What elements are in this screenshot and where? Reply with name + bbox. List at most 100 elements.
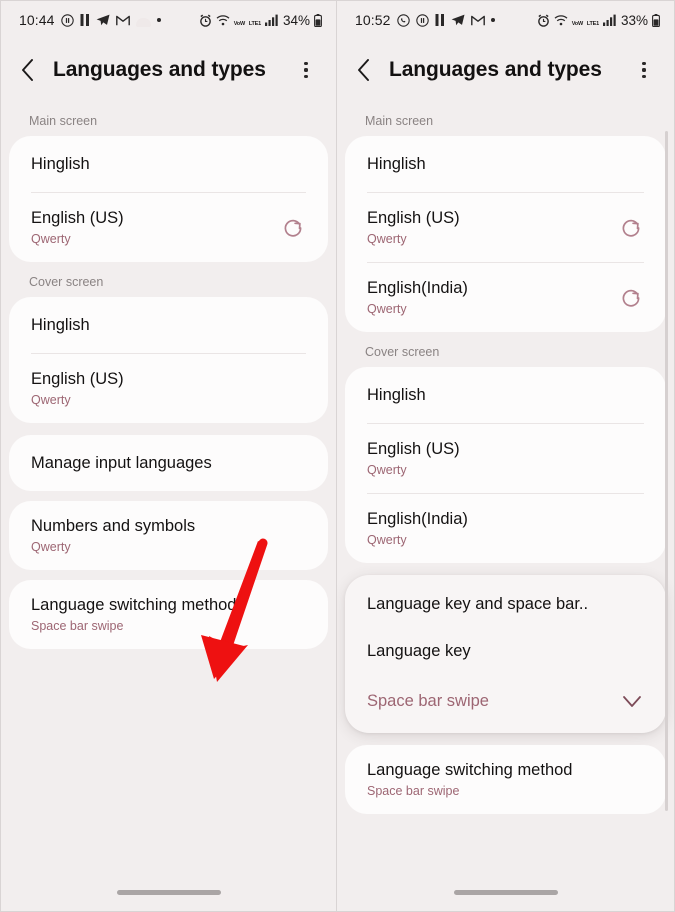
row-texts: English(India) Qwerty — [367, 278, 608, 317]
telegram-icon — [96, 14, 110, 26]
row-title: Hinglish — [31, 315, 90, 334]
row-subtitle: Qwerty — [31, 232, 71, 246]
row-title: English (US) — [367, 440, 460, 458]
home-indicator — [116, 890, 221, 895]
row-texts: Hinglish — [367, 385, 644, 406]
list-item[interactable]: English (US) Qwerty — [345, 424, 666, 493]
kebab-dot — [304, 68, 308, 72]
pause-icon — [435, 14, 445, 26]
dialog-option-language-key-and-space-bar[interactable]: Language key and space bar.. — [345, 581, 666, 628]
section-label-cover-screen: Cover screen — [365, 345, 440, 359]
dialog-option-label: Space bar swipe — [367, 691, 489, 710]
language-switching-method-dialog: Language key and space bar.. Language ke… — [345, 575, 666, 733]
volte-bottom-label: LTE1 — [248, 20, 261, 27]
row-title: Numbers and symbols — [31, 517, 196, 535]
list-item[interactable]: English(India) Qwerty — [345, 494, 666, 563]
dialog-option-label: Language key and space bar.. — [367, 595, 589, 613]
row-subtitle: Qwerty — [31, 393, 71, 407]
two-screenshot-comparison: 10:44 VoW LTE1 34% Languages and types M… — [0, 0, 675, 912]
list-item-manage-input-languages[interactable]: Manage input languages — [9, 435, 328, 491]
refresh-icon[interactable] — [280, 215, 306, 241]
kebab-dot — [642, 68, 646, 72]
volte-top-label: VoW — [233, 20, 245, 27]
volte-icon: VoW LTE1 — [572, 13, 599, 28]
dialog-option-language-key[interactable]: Language key — [345, 628, 666, 675]
back-button[interactable] — [357, 55, 383, 85]
list-item[interactable]: English (US) Qwerty — [9, 354, 328, 423]
home-indicator — [453, 890, 558, 895]
list-item-language-switching-method[interactable]: Language switching method Space bar swip… — [345, 745, 666, 814]
status-bar-left-group: 10:44 — [19, 12, 199, 28]
row-texts: English (US) Qwerty — [31, 208, 270, 247]
list-item[interactable]: Hinglish — [9, 136, 328, 192]
list-item-numbers-and-symbols[interactable]: Numbers and symbols Qwerty — [9, 501, 328, 570]
kebab-dot — [304, 75, 308, 79]
language-switching-method-card[interactable]: Language switching method Space bar swip… — [345, 745, 666, 814]
dialog-option-label: Language key — [367, 642, 471, 660]
refresh-icon[interactable] — [618, 285, 644, 311]
row-subtitle: Qwerty — [367, 533, 407, 547]
page-title: Languages and types — [389, 58, 602, 81]
more-options-button[interactable] — [294, 55, 318, 85]
gmail-icon — [470, 15, 485, 26]
settings-content-left: Main screen Hinglish English (US) Qwerty — [1, 101, 336, 649]
dot-icon — [490, 18, 495, 22]
list-item[interactable]: English (US) Qwerty — [9, 193, 328, 262]
cloud-icon — [135, 17, 151, 27]
pause-circle-icon — [415, 13, 429, 27]
cover-screen-card: Hinglish English (US) Qwerty — [9, 297, 328, 423]
dialog-option-space-bar-swipe[interactable]: Space bar swipe — [345, 675, 666, 727]
cover-screen-card: Hinglish English (US) Qwerty English(Ind… — [345, 367, 666, 563]
list-item-language-switching-method[interactable]: Language switching method Space bar swip… — [9, 580, 328, 649]
kebab-dot — [642, 75, 646, 79]
language-switching-method-card[interactable]: Language switching method Space bar swip… — [9, 580, 328, 649]
manage-input-languages-card[interactable]: Manage input languages — [9, 435, 328, 491]
row-texts: Hinglish — [367, 154, 644, 175]
main-screen-card: Hinglish English (US) Qwerty — [9, 136, 328, 262]
dot-icon — [156, 18, 161, 22]
row-title: Language switching method — [31, 596, 237, 614]
battery-percent: 33% — [620, 12, 648, 28]
row-title: Hinglish — [31, 154, 90, 173]
alarm-icon — [199, 14, 212, 27]
status-bar-left: 10:44 VoW LTE1 34% — [1, 1, 336, 39]
signal-icon — [602, 14, 616, 26]
section-label-main-screen: Main screen — [365, 114, 434, 128]
row-texts: Numbers and symbols Qwerty — [31, 516, 306, 555]
battery-percent: 34% — [282, 12, 310, 28]
list-item[interactable]: Hinglish — [9, 297, 328, 353]
app-bar-left: Languages and types — [1, 39, 336, 101]
row-texts: Hinglish — [31, 315, 306, 336]
status-bar-right: 10:52 VoW LTE1 33% — [337, 1, 674, 39]
row-subtitle: Space bar swipe — [367, 784, 460, 798]
row-texts: Hinglish — [31, 154, 306, 175]
row-subtitle: Qwerty — [367, 302, 407, 316]
row-texts: English (US) Qwerty — [367, 208, 608, 247]
row-subtitle: Qwerty — [367, 232, 407, 246]
row-title: Hinglish — [367, 154, 426, 173]
row-subtitle: Qwerty — [31, 540, 71, 554]
list-item[interactable]: Hinglish — [345, 136, 666, 192]
telegram-icon — [451, 14, 465, 26]
volte-icon: VoW LTE1 — [234, 13, 261, 28]
list-item[interactable]: English (US) Qwerty — [345, 193, 666, 262]
more-options-button[interactable] — [632, 55, 656, 85]
page-title: Languages and types — [53, 58, 266, 81]
right-phone-screen: 10:52 VoW LTE1 33% Languages and types M… — [337, 0, 675, 912]
list-item[interactable]: English(India) Qwerty — [345, 263, 666, 332]
list-item[interactable]: Hinglish — [345, 367, 666, 423]
pause-icon — [80, 14, 90, 26]
row-subtitle: Space bar swipe — [31, 619, 124, 633]
numbers-and-symbols-card[interactable]: Numbers and symbols Qwerty — [9, 501, 328, 570]
row-title: English(India) — [367, 279, 468, 297]
battery-icon — [314, 13, 322, 27]
vertical-scrollbar[interactable] — [664, 131, 668, 811]
back-button[interactable] — [21, 55, 47, 85]
gmail-icon — [115, 15, 130, 26]
row-title: English(India) — [367, 510, 468, 528]
refresh-icon[interactable] — [618, 215, 644, 241]
battery-icon — [652, 13, 660, 27]
